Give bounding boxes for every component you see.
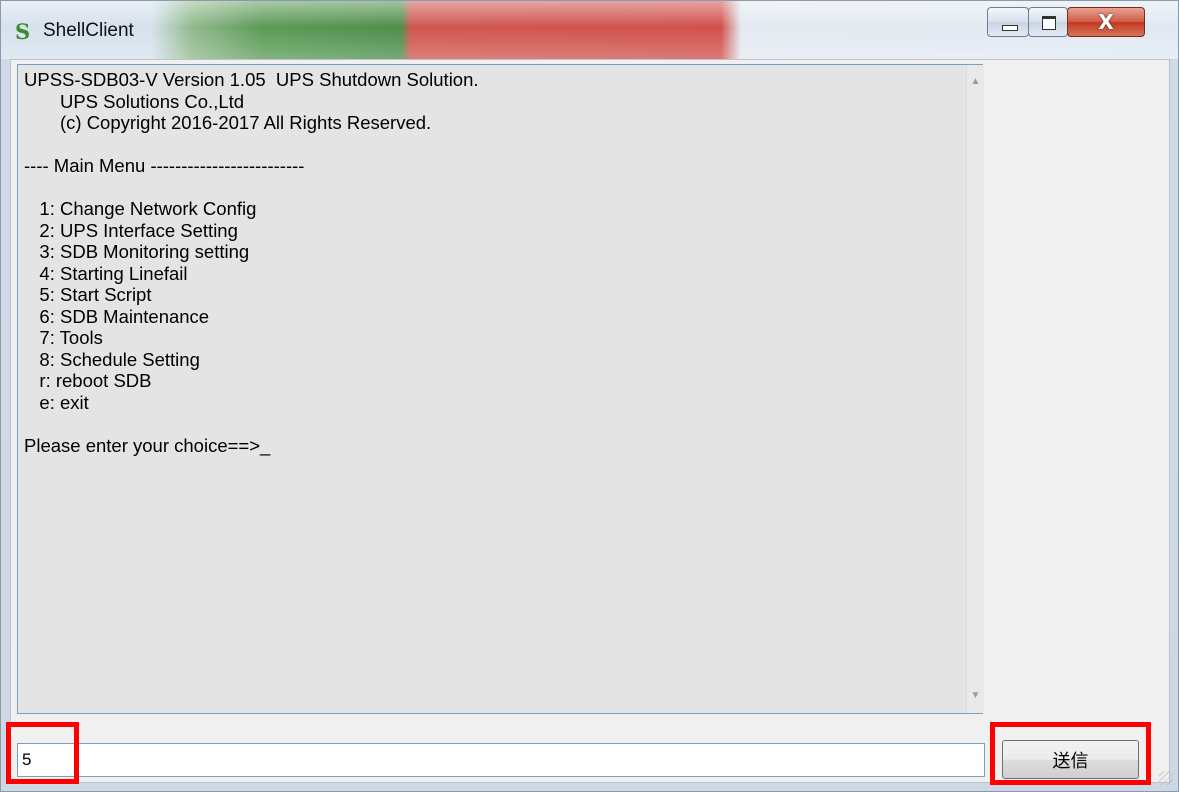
scroll-down-arrow-icon[interactable]: ▼ [967, 687, 984, 704]
minimize-button[interactable] [987, 7, 1029, 37]
close-icon: X [1098, 10, 1114, 34]
app-icon[interactable]: S [15, 21, 37, 43]
resize-grip[interactable] [1159, 771, 1173, 785]
scroll-up-arrow-icon[interactable]: ▲ [967, 73, 984, 90]
maximize-button[interactable] [1028, 7, 1068, 37]
terminal-text: UPSS-SDB03-V Version 1.05 UPS Shutdown S… [24, 69, 479, 456]
close-button[interactable]: X [1067, 7, 1145, 37]
title-bar[interactable]: S ShellClient X [1, 1, 1178, 59]
send-button[interactable]: 送信 [1002, 740, 1139, 779]
terminal-output[interactable]: UPSS-SDB03-V Version 1.05 UPS Shutdown S… [17, 64, 984, 714]
maximize-icon [1042, 16, 1056, 30]
vertical-scrollbar[interactable]: ▲ ▼ [966, 65, 984, 713]
window-title: ShellClient [43, 20, 134, 41]
shellclient-window: S ShellClient X UPSS-SDB03-V Version 1.0… [0, 0, 1179, 792]
minimize-icon [1002, 25, 1018, 31]
command-input[interactable] [17, 743, 985, 777]
